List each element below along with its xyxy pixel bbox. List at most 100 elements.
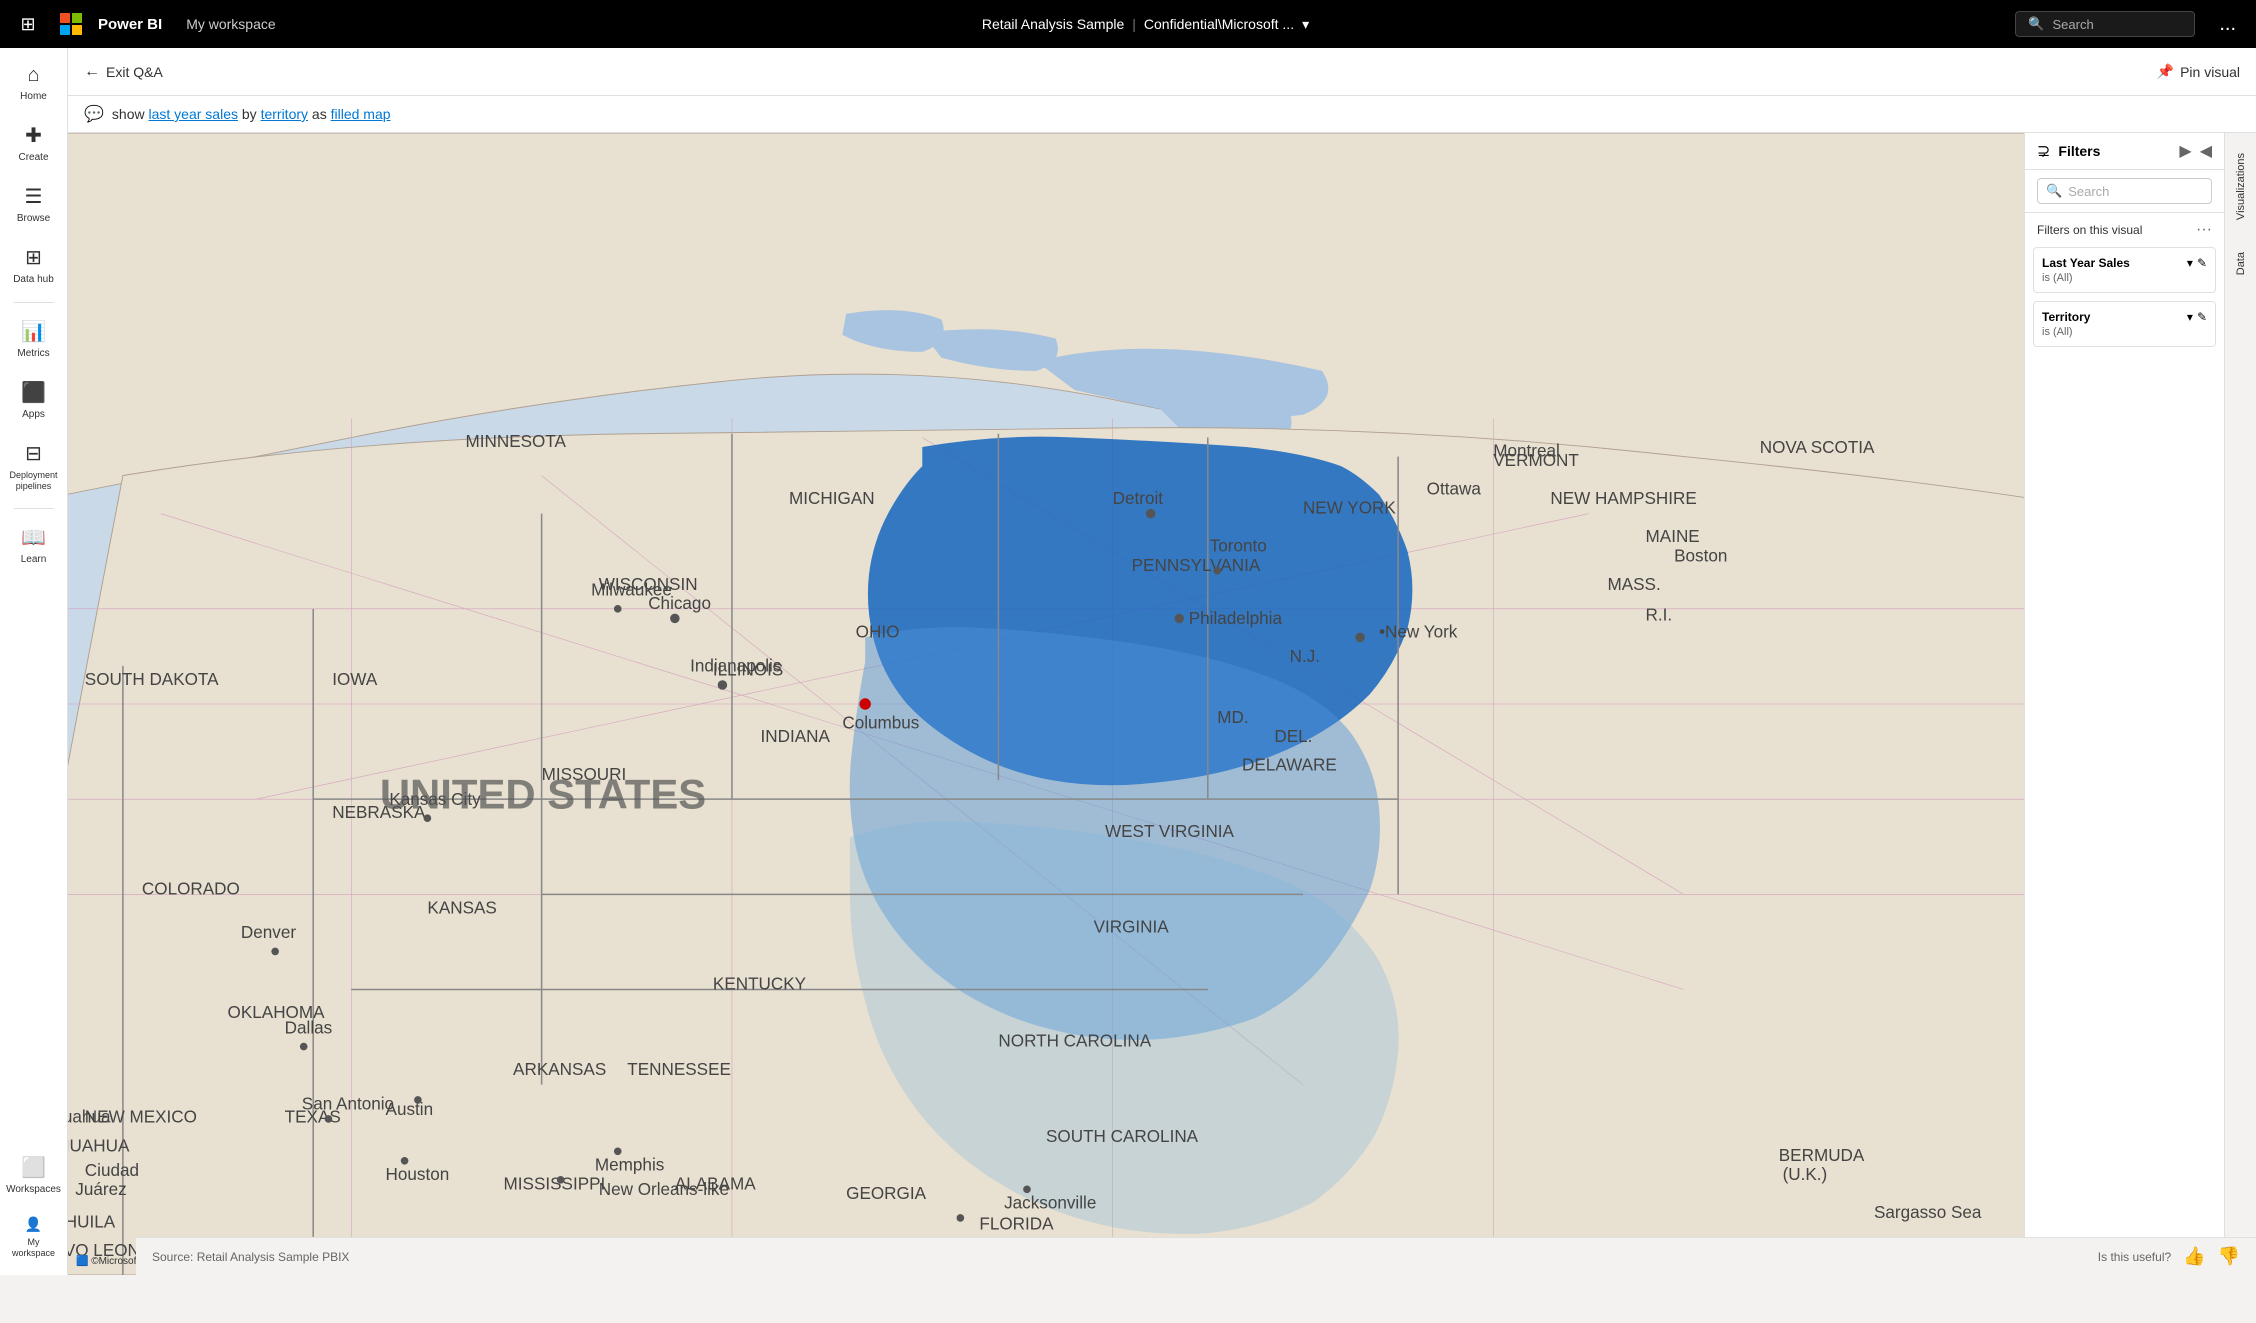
svg-text:Jacksonville: Jacksonville: [1004, 1193, 1096, 1212]
sidebar-divider-2: [14, 508, 54, 509]
svg-text:BERMUDA: BERMUDA: [1779, 1146, 1865, 1165]
filter-panel-header: ⊋ Filters ▶ ◀: [2025, 133, 2224, 170]
svg-text:Juárez: Juárez: [75, 1180, 126, 1199]
sidebar-item-label: Metrics: [17, 348, 49, 360]
svg-text:CHIHUAHUA: CHIHUAHUA: [68, 1136, 130, 1155]
svg-text:UNITED STATES: UNITED STATES: [380, 771, 706, 818]
svg-text:Boston: Boston: [1674, 546, 1727, 565]
tab-data[interactable]: Data: [2231, 240, 2251, 287]
svg-text:DELAWARE: DELAWARE: [1242, 756, 1337, 775]
back-arrow-icon: ←: [84, 63, 100, 81]
filter-funnel-icon: ⊋: [2037, 141, 2050, 161]
filter-panel: ⊋ Filters ▶ ◀ 🔍 Search Filters on this v…: [2024, 133, 2224, 1275]
svg-text:Milwaukee: Milwaukee: [591, 581, 672, 600]
filter-section-header: Filters on this visual ···: [2025, 213, 2224, 243]
workspaces-icon: ⬜: [21, 1155, 46, 1180]
qa-word-filledmap[interactable]: filled map: [331, 106, 391, 122]
svg-text:IOWA: IOWA: [332, 670, 378, 689]
svg-text:KANSAS: KANSAS: [427, 898, 496, 917]
qa-word-lastyearsales[interactable]: last year sales: [149, 106, 238, 122]
sidebar-item-datahub[interactable]: ⊞ Data hub: [4, 237, 64, 294]
filter-collapse-icon[interactable]: ◀: [2200, 141, 2212, 161]
svg-text:Indianapolis: Indianapolis: [690, 657, 781, 676]
thumbs-up-button[interactable]: 👍: [2183, 1246, 2205, 1267]
powerbi-label: Power BI: [98, 16, 162, 33]
qa-word-by: by: [238, 106, 261, 122]
metrics-icon: 📊: [21, 319, 46, 344]
svg-text:GEORGIA: GEORGIA: [846, 1184, 926, 1203]
map-svg: SOUTH DAKOTA NEBRASKA COLORADO IOWA WISC…: [68, 133, 2024, 1275]
svg-text:COLORADO: COLORADO: [142, 879, 240, 898]
svg-text:N.J.: N.J.: [1290, 647, 1320, 666]
create-icon: ✚: [25, 123, 42, 148]
footer: Source: Retail Analysis Sample PBIX Is t…: [136, 1237, 2256, 1275]
filter-card-header: Last Year Sales ▾ ✎: [2042, 256, 2207, 270]
svg-text:MICHIGAN: MICHIGAN: [789, 489, 875, 508]
qa-word-territory[interactable]: territory: [261, 106, 308, 122]
svg-text:SOUTH DAKOTA: SOUTH DAKOTA: [85, 670, 219, 689]
exit-qa-label: Exit Q&A: [106, 64, 163, 80]
sidebar-item-myworkspace[interactable]: 👤 My workspace: [4, 1208, 64, 1267]
nav-separator: |: [1132, 16, 1136, 32]
svg-text:VIRGINIA: VIRGINIA: [1094, 917, 1170, 936]
map-container[interactable]: SOUTH DAKOTA NEBRASKA COLORADO IOWA WISC…: [68, 133, 2024, 1275]
sidebar-item-deployment[interactable]: ⊟ Deployment pipelines: [4, 433, 64, 500]
pin-icon: 📌: [2157, 63, 2174, 80]
map-wrapper: SOUTH DAKOTA NEBRASKA COLORADO IOWA WISC…: [68, 133, 2024, 1275]
sidebar-item-apps[interactable]: ⬛ Apps: [4, 372, 64, 429]
qa-query-bar[interactable]: 💬 show last year sales by territory as f…: [68, 96, 2256, 133]
svg-text:INDIANA: INDIANA: [761, 727, 831, 746]
sidebar-item-label: Workspaces: [6, 1184, 61, 1196]
svg-text:Chihuahua: Chihuahua: [68, 1108, 111, 1127]
more-options-button[interactable]: ...: [2211, 9, 2244, 40]
qa-query-text: show last year sales by territory as fil…: [112, 106, 391, 122]
sidebar-item-create[interactable]: ✚ Create: [4, 115, 64, 172]
filter-card-edit-icon[interactable]: ✎: [2197, 256, 2207, 270]
svg-text:Memphis: Memphis: [595, 1155, 664, 1174]
filter-card-condition-2: is (All): [2042, 326, 2207, 338]
chevron-down-icon[interactable]: ▾: [1302, 16, 1309, 33]
sidebar-item-label: Create: [18, 152, 48, 164]
svg-text:FLORIDA: FLORIDA: [979, 1214, 1054, 1233]
exit-qa-button[interactable]: ← Exit Q&A: [84, 63, 163, 81]
qa-icon: 💬: [84, 104, 104, 124]
svg-text:Sargasso Sea: Sargasso Sea: [1874, 1203, 1982, 1222]
nav-center: Retail Analysis Sample | Confidential\Mi…: [292, 16, 2000, 33]
svg-text:NEW HAMPSHIRE: NEW HAMPSHIRE: [1550, 489, 1696, 508]
svg-text:San Antonio: San Antonio: [302, 1094, 394, 1113]
svg-text:NORTH CAROLINA: NORTH CAROLINA: [998, 1032, 1151, 1051]
filter-search-input[interactable]: 🔍 Search: [2037, 178, 2212, 204]
filter-card-chevron-icon[interactable]: ▾: [2187, 256, 2193, 270]
thumbs-down-button[interactable]: 👎: [2218, 1246, 2240, 1267]
report-subtitle: Confidential\Microsoft ...: [1144, 16, 1294, 32]
filter-search-placeholder: Search: [2068, 184, 2109, 199]
home-icon: ⌂: [27, 64, 39, 87]
filter-card-condition: is (All): [2042, 272, 2207, 284]
search-bar[interactable]: 🔍 Search: [2015, 11, 2195, 37]
sidebar-divider: [14, 302, 54, 303]
pin-visual-label: Pin visual: [2180, 64, 2240, 80]
filter-card-edit-icon-2[interactable]: ✎: [2197, 310, 2207, 324]
tab-visualizations[interactable]: Visualizations: [2231, 141, 2251, 232]
sidebar-item-label: Home: [20, 91, 47, 103]
filter-card-chevron-icon-2[interactable]: ▾: [2187, 310, 2193, 324]
sidebar-item-label: Apps: [22, 409, 45, 421]
pin-visual-button[interactable]: 📌 Pin visual: [2157, 63, 2240, 80]
sidebar-item-learn[interactable]: 📖 Learn: [4, 517, 64, 574]
apps-icon: ⬛: [21, 380, 46, 405]
sidebar-item-metrics[interactable]: 📊 Metrics: [4, 311, 64, 368]
sidebar-item-home[interactable]: ⌂ Home: [4, 56, 64, 111]
grid-menu-icon[interactable]: ⊞: [12, 14, 44, 35]
learn-icon: 📖: [21, 525, 46, 550]
svg-text:MAINE: MAINE: [1646, 527, 1700, 546]
sidebar-item-browse[interactable]: ☰ Browse: [4, 176, 64, 233]
workspace-label[interactable]: My workspace: [186, 16, 275, 32]
svg-text:WEST VIRGINIA: WEST VIRGINIA: [1105, 822, 1235, 841]
filter-expand-icon[interactable]: ▶: [2179, 141, 2191, 161]
svg-text:MASS.: MASS.: [1607, 575, 1660, 594]
filter-card-actions-2: ▾ ✎: [2187, 310, 2207, 324]
sidebar-item-workspaces[interactable]: ⬜ Workspaces: [4, 1147, 64, 1204]
toolbar: ← Exit Q&A 📌 Pin visual: [68, 48, 2256, 96]
svg-text:Denver: Denver: [241, 923, 296, 942]
filter-section-more-icon[interactable]: ···: [2196, 221, 2212, 239]
